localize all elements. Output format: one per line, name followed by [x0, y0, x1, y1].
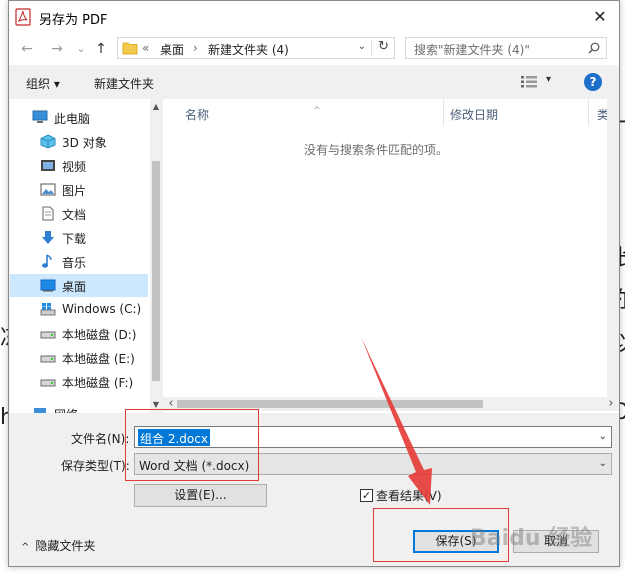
search-icon — [588, 42, 600, 54]
sidebar-item-label: 3D 对象 — [62, 136, 107, 150]
sort-ascending-icon: ^ — [313, 106, 321, 116]
scroll-up-icon[interactable]: ▲ — [150, 101, 162, 113]
sidebar-item-label: 网络 — [54, 406, 78, 413]
close-button[interactable]: ✕ — [587, 5, 613, 29]
windows-drive-icon — [40, 303, 56, 316]
forward-arrow-icon[interactable]: → — [49, 41, 65, 57]
column-header-date[interactable]: 修改日期 — [444, 99, 588, 126]
organize-button[interactable]: 组织 ▾ — [26, 75, 60, 92]
sidebar-item-3d-objects[interactable]: 3D 对象 — [10, 130, 148, 153]
sidebar-item-label: 桌面 — [62, 280, 87, 294]
sidebar-item-label: 本地磁盘 (E:) — [62, 352, 135, 366]
watermark: Baidu 经验 — [470, 526, 593, 551]
documents-icon — [42, 206, 54, 221]
pdf-icon — [15, 8, 31, 26]
address-dropdown-icon[interactable]: ⌄ — [358, 41, 366, 52]
sidebar-item-disk-f[interactable]: 本地磁盘 (F:) — [10, 370, 148, 393]
file-list-vertical-scrollbar[interactable] — [607, 99, 619, 397]
sidebar-item-disk-e[interactable]: 本地磁盘 (E:) — [10, 346, 148, 369]
sidebar-item-label: 图片 — [62, 184, 87, 198]
dialog-title: 另存为 PDF — [39, 13, 108, 28]
breadcrumb-desktop[interactable]: 桌面 — [160, 41, 184, 58]
close-icon: ✕ — [593, 7, 607, 26]
title-bar: 另存为 PDF ✕ — [9, 1, 619, 33]
breadcrumb-separator: › — [193, 41, 198, 55]
view-dropdown-icon[interactable]: ▾ — [546, 74, 551, 85]
breadcrumb-current-folder[interactable]: 新建文件夹 (4) — [208, 41, 289, 58]
command-toolbar: 组织 ▾ 新建文件夹 ▾ ? — [9, 65, 619, 99]
filetype-label: 保存类型(T): — [61, 459, 130, 473]
sidebar-item-disk-d[interactable]: 本地磁盘 (D:) — [10, 322, 148, 345]
view-options-icon[interactable] — [521, 76, 537, 88]
help-icon[interactable]: ? — [584, 73, 602, 91]
up-folder-icon[interactable]: ↑ — [93, 41, 109, 57]
view-result-label[interactable]: 查看结果(V) — [376, 487, 442, 504]
save-options: 文件名(N): 组合 2.docx ⌄ 保存类型(T): Word 文档 (*.… — [9, 413, 619, 513]
scrollbar-thumb[interactable] — [152, 161, 160, 381]
sidebar-item-label: 下载 — [62, 232, 87, 246]
sidebar-item-label: 视频 — [62, 160, 87, 174]
sidebar-item-label: Windows (C:) — [62, 302, 142, 316]
scrollbar-thumb[interactable] — [177, 400, 483, 408]
sidebar-item-music[interactable]: 音乐 — [10, 250, 148, 273]
sidebar-item-this-pc[interactable]: 此电脑 — [10, 106, 148, 129]
sidebar-item-label: 本地磁盘 (F:) — [62, 376, 134, 390]
sidebar-item-pictures[interactable]: 图片 — [10, 178, 148, 201]
pictures-icon — [40, 183, 56, 196]
settings-button[interactable]: 设置(E)... — [134, 484, 267, 507]
new-folder-button[interactable]: 新建文件夹 — [94, 75, 154, 92]
sidebar-item-label: 文档 — [62, 208, 87, 222]
checkmark-icon: ✓ — [361, 489, 372, 502]
column-header-label: 修改日期 — [450, 108, 499, 122]
sidebar-item-documents[interactable]: 文档 — [10, 202, 148, 225]
download-icon — [42, 231, 54, 244]
hide-folders-label: 隐藏文件夹 — [35, 539, 96, 553]
navigation-bar: ← → ⌄ ↑ « 桌面 › 新建文件夹 (4) ⌄ ↻ 搜索"新建文件夹 (4… — [9, 33, 619, 65]
navigation-pane: 此电脑 3D 对象 视频 图片 文档 下载 音乐 桌面 Windows (C:)… — [10, 99, 162, 413]
network-icon — [34, 408, 46, 413]
sidebar-item-label: 此电脑 — [54, 112, 91, 126]
drive-icon — [40, 379, 56, 387]
save-as-dialog: 另存为 PDF ✕ ← → ⌄ ↑ « 桌面 › 新建文件夹 (4) ⌄ ↻ 搜… — [8, 0, 620, 567]
drive-icon — [40, 331, 56, 339]
column-header-name[interactable]: 名称 ^ — [163, 99, 443, 126]
chevron-down-icon[interactable]: ⌄ — [599, 458, 607, 469]
drive-icon — [40, 355, 56, 363]
video-icon — [41, 160, 55, 171]
hide-folders-toggle[interactable]: ^ 隐藏文件夹 — [21, 537, 95, 554]
sidebar-item-label: 本地磁盘 (D:) — [62, 328, 137, 342]
breadcrumb-overflow[interactable]: « — [142, 41, 149, 55]
recent-locations-icon[interactable]: ⌄ — [73, 41, 89, 57]
search-box[interactable]: 搜索"新建文件夹 (4)" — [405, 37, 607, 59]
sidebar-item-windows-c[interactable]: Windows (C:) — [10, 298, 148, 321]
filename-label: 文件名(N): — [71, 432, 130, 446]
sidebar-item-videos[interactable]: 视频 — [10, 154, 148, 177]
search-placeholder: 搜索"新建文件夹 (4)" — [414, 43, 530, 57]
music-icon — [42, 254, 52, 268]
sidebar-item-label: 音乐 — [62, 256, 87, 270]
empty-results-message: 没有与搜索条件匹配的项。 — [303, 143, 448, 157]
address-bar[interactable]: « 桌面 › 新建文件夹 (4) ⌄ ↻ — [117, 37, 395, 59]
address-divider — [371, 40, 372, 56]
sidebar-item-downloads[interactable]: 下载 — [10, 226, 148, 249]
file-list: 名称 ^ 修改日期 类型 没有与搜索条件匹配的项。 ‹ › — [163, 99, 619, 413]
chevron-down-icon[interactable]: ⌄ — [599, 431, 607, 442]
scroll-right-icon[interactable]: › — [605, 397, 617, 410]
desktop-icon — [40, 279, 56, 292]
computer-icon — [32, 110, 48, 123]
back-arrow-icon[interactable]: ← — [19, 41, 35, 57]
view-result-checkbox[interactable]: ✓ — [360, 489, 373, 502]
refresh-icon[interactable]: ↻ — [378, 39, 389, 54]
folder-icon — [122, 42, 138, 55]
navigation-pane-scrollbar[interactable]: ▲ ▼ — [150, 99, 162, 413]
3d-objects-icon — [40, 134, 56, 149]
sidebar-item-desktop[interactable]: 桌面 — [10, 274, 148, 297]
column-header-label: 名称 — [185, 108, 210, 122]
annotation-highlight-fields — [125, 409, 259, 481]
chevron-up-icon: ^ — [21, 542, 30, 553]
